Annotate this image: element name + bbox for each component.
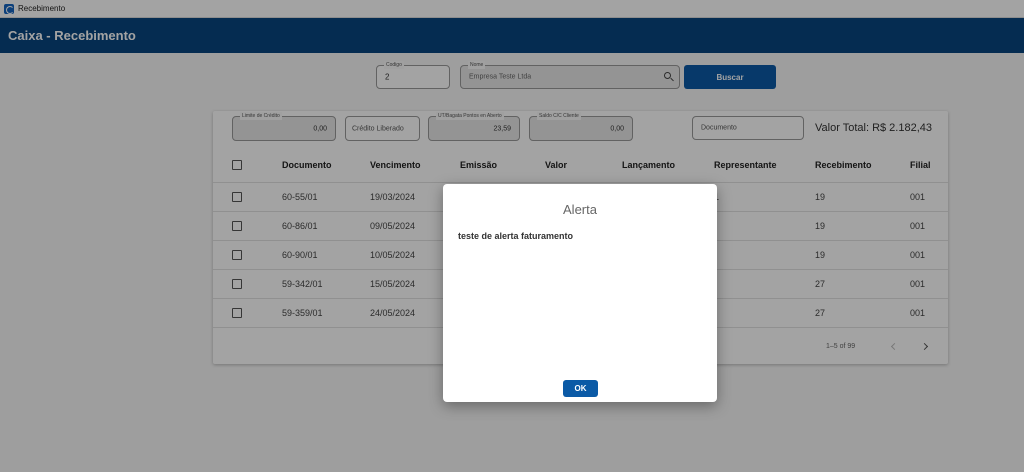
dialog-message: teste de alerta faturamento (458, 231, 574, 241)
alert-dialog: Alerta teste de alerta faturamento OK (443, 184, 717, 402)
ok-button[interactable]: OK (563, 380, 598, 397)
dialog-title: Alerta (563, 202, 597, 217)
